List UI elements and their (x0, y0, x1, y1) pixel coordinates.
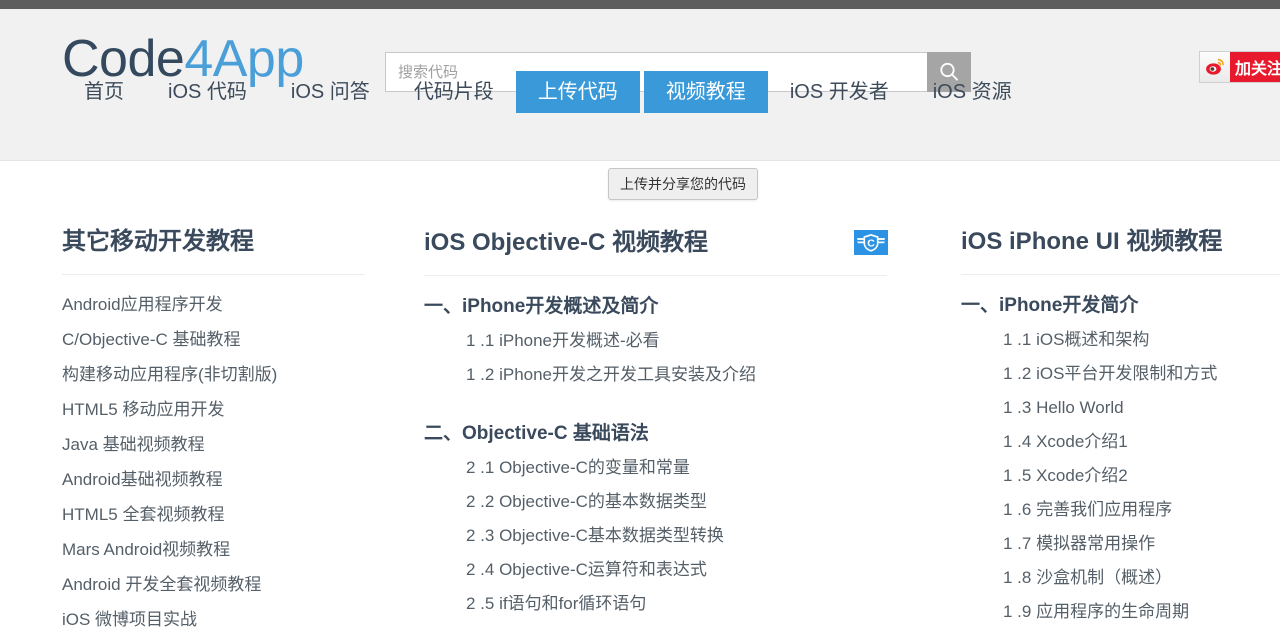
list-item[interactable]: 2 .3 Objective-C基本数据类型转换 (466, 527, 924, 561)
middle-column-header: iOS Objective-C 视频教程 C (424, 230, 924, 275)
middle-column-title: iOS Objective-C 视频教程 (424, 228, 709, 256)
right-column-divider (961, 274, 1280, 275)
nav-item-ios-code[interactable]: iOS 代码 (146, 71, 269, 113)
list-item[interactable]: 1 .1 iPhone开发概述-必看 (466, 332, 924, 366)
left-column-header: 其它移动开发教程 (62, 230, 402, 274)
nav-item-home[interactable]: 首页 (62, 71, 146, 113)
list-item[interactable]: 1 .5 Xcode介绍2 (1003, 467, 1280, 501)
left-column-title: 其它移动开发教程 (62, 228, 254, 255)
list-item[interactable]: Android基础视频教程 (62, 471, 402, 506)
section-heading: 一、iPhone开发概述及简介 (424, 296, 659, 317)
right-column-title: iOS iPhone UI 视频教程 (961, 228, 1223, 255)
svg-text:C: C (867, 237, 875, 249)
nav-item-ios-resources[interactable]: iOS 资源 (911, 71, 1034, 113)
nav-item-ios-qa[interactable]: iOS 问答 (269, 71, 392, 113)
list-item[interactable]: 2 .5 if语句和for循环语句 (466, 595, 924, 629)
list-item[interactable]: 1 .7 模拟器常用操作 (1003, 535, 1280, 569)
top-accent-bar (0, 0, 1280, 9)
list-item[interactable]: HTML5 移动应用开发 (62, 401, 402, 436)
list-item[interactable]: 1 .9 应用程序的生命周期 (1003, 603, 1280, 631)
site-header: Code4App 加关注 (0, 9, 1280, 161)
list-item[interactable]: 1 .6 完善我们应用程序 (1003, 501, 1280, 535)
list-item[interactable]: 构建移动应用程序(非切割版) (62, 366, 402, 401)
section-heading: 二、Objective-C 基础语法 (424, 423, 649, 444)
right-column-header: iOS iPhone UI 视频教程 (961, 230, 1280, 274)
list-item[interactable]: iOS 微博项目实战 (62, 611, 402, 631)
list-item[interactable]: 1 .1 iOS概述和架构 (1003, 331, 1280, 365)
list-item[interactable]: Mars Android视频教程 (62, 541, 402, 576)
code4app-shield-icon: C (854, 230, 888, 255)
column-objective-c-video-tutorials: iOS Objective-C 视频教程 C 一、iPhone开发概述及简介 1… (424, 230, 924, 631)
nav-item-video-tutorials[interactable]: 视频教程 (643, 71, 768, 113)
list-item[interactable]: 1 .4 Xcode介绍1 (1003, 433, 1280, 467)
list-item[interactable]: HTML5 全套视频教程 (62, 506, 402, 541)
column-iphone-ui-video-tutorials: iOS iPhone UI 视频教程 一、iPhone开发简介 1 .1 iOS… (961, 230, 1280, 631)
middle-column-divider (424, 275, 887, 276)
list-item[interactable]: 2 .2 Objective-C的基本数据类型 (466, 493, 924, 527)
list-item[interactable]: 1 .8 沙盒机制（概述） (1003, 569, 1280, 603)
list-item[interactable]: 1 .3 Hello World (1003, 399, 1280, 433)
winged-shield-c-icon: C (857, 234, 885, 252)
nav-item-code-snippets[interactable]: 代码片段 (392, 71, 516, 113)
left-column-list: Android应用程序开发 C/Objective-C 基础教程 构建移动应用程… (62, 296, 402, 631)
list-item[interactable]: 2 .1 Objective-C的变量和常量 (466, 459, 924, 493)
list-item[interactable]: 1 .2 iOS平台开发限制和方式 (1003, 365, 1280, 399)
column-other-mobile-tutorials: 其它移动开发教程 Android应用程序开发 C/Objective-C 基础教… (62, 230, 402, 631)
middle-section-1-list: 1 .1 iPhone开发概述-必看 1 .2 iPhone开发之开发工具安装及… (424, 332, 924, 400)
main-content: 其它移动开发教程 Android应用程序开发 C/Objective-C 基础教… (0, 161, 1280, 631)
nav-item-ios-developers[interactable]: iOS 开发者 (768, 71, 911, 113)
right-section-1-list: 1 .1 iOS概述和架构 1 .2 iOS平台开发限制和方式 1 .3 Hel… (961, 331, 1280, 631)
left-column-divider (62, 274, 365, 275)
list-item[interactable]: Java 基础视频教程 (62, 436, 402, 471)
middle-section-2-list: 2 .1 Objective-C的变量和常量 2 .2 Objective-C的… (424, 459, 924, 629)
weibo-follow-label: 加关注 (1229, 52, 1280, 82)
list-item[interactable]: Android应用程序开发 (62, 296, 402, 331)
weibo-icon (1199, 52, 1230, 82)
list-item[interactable]: Android 开发全套视频教程 (62, 576, 402, 611)
upload-code-tooltip: 上传并分享您的代码 (608, 168, 758, 200)
list-item[interactable]: C/Objective-C 基础教程 (62, 331, 402, 366)
list-item[interactable]: 2 .4 Objective-C运算符和表达式 (466, 561, 924, 595)
nav-item-upload-code[interactable]: 上传代码 (515, 71, 640, 113)
weibo-eye-icon (1206, 58, 1225, 75)
list-item[interactable]: 1 .2 iPhone开发之开发工具安装及介绍 (466, 366, 924, 400)
weibo-follow-badge[interactable]: 加关注 (1199, 52, 1280, 82)
main-navigation: 首页 iOS 代码 iOS 问答 代码片段 上传代码 视频教程 iOS 开发者 … (62, 65, 1034, 113)
section-heading: 一、iPhone开发简介 (961, 295, 1139, 316)
